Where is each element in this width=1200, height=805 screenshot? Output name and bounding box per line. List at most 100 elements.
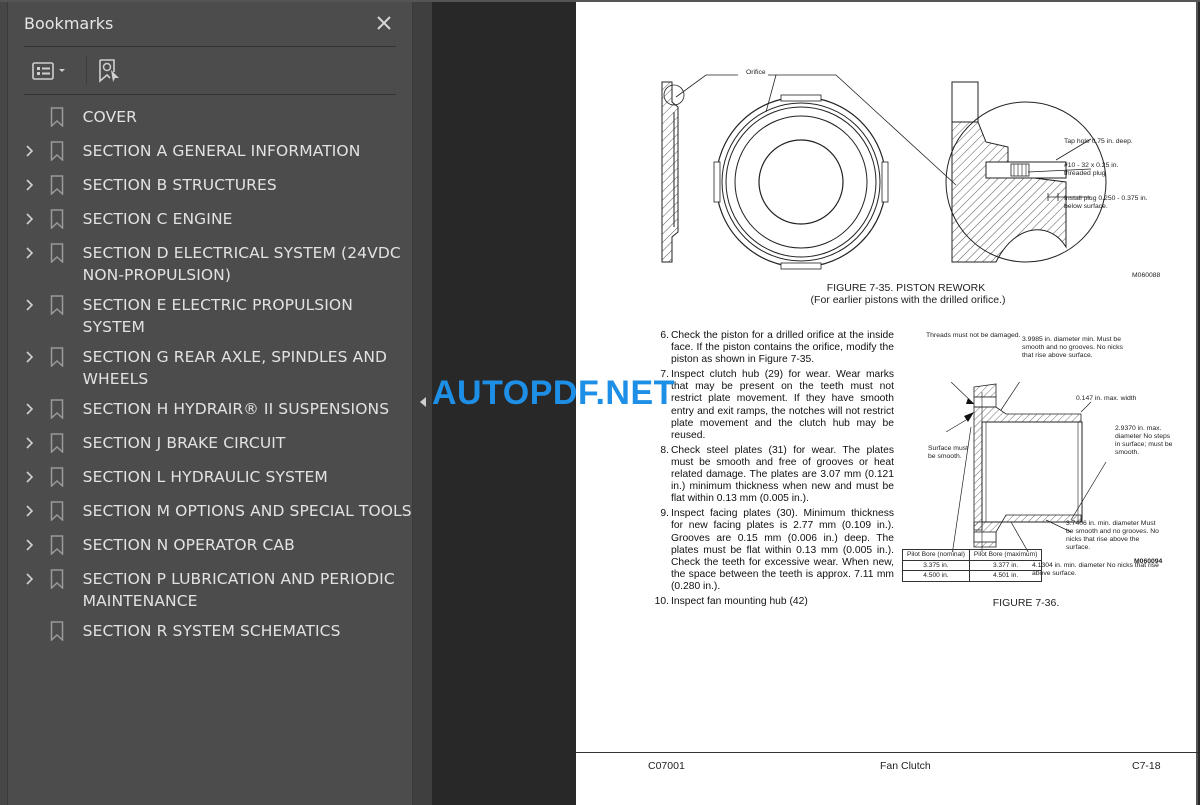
fig36-diameter-29370-note: 2.9370 in. max. diameter No steps in sur…: [1115, 425, 1173, 456]
bookmark-label: SECTION D ELECTRICAL SYSTEM (24VDC NON-P…: [82, 244, 401, 284]
expand-bookmark-button[interactable]: [18, 432, 41, 454]
bookmark-item[interactable]: SECTION D ELECTRICAL SYSTEM (24VDC NON-P…: [8, 238, 412, 290]
bookmark-label: COVER: [82, 108, 138, 126]
toolbar-divider: [86, 56, 87, 84]
table-header: Pilot Bore (maximum): [968, 549, 1043, 561]
step-item: 8. Check steel plates (31) for wear. The …: [654, 445, 894, 505]
find-current-bookmark-button[interactable]: [98, 56, 122, 86]
step-number: 9.: [660, 508, 669, 520]
table-cell: 3.377 in.: [968, 559, 1043, 571]
expand-bookmark-button[interactable]: [18, 398, 41, 420]
options-menu-button[interactable]: [32, 56, 70, 86]
piston-front-view: [713, 94, 889, 270]
table-cell: 4.501 in.: [968, 570, 1043, 582]
bookmark-item[interactable]: SECTION J BRAKE CIRCUIT: [8, 428, 412, 462]
chevron-right-icon: [26, 505, 33, 517]
bookmark-label: SECTION N OPERATOR CAB: [82, 536, 295, 554]
expand-bookmark-button[interactable]: [18, 534, 41, 556]
bookmark-label: SECTION R SYSTEM SCHEMATICS: [82, 622, 341, 640]
figure-36-code: M060094: [1134, 558, 1163, 565]
chevron-right-icon: [26, 573, 33, 585]
bookmark-icon: [47, 208, 66, 230]
bookmark-item[interactable]: SECTION G REAR AXLE, SPINDLES AND WHEELS: [8, 342, 412, 394]
bookmarks-title: Bookmarks: [24, 14, 114, 33]
bookmark-icon: [47, 242, 66, 264]
bookmark-icon: [47, 568, 66, 590]
bookmark-label: SECTION M OPTIONS AND SPECIAL TOOLS: [82, 502, 412, 520]
bookmark-item[interactable]: COVER: [8, 102, 412, 136]
chevron-right-icon: [26, 213, 33, 225]
expand-bookmark-button[interactable]: [18, 466, 41, 488]
chevron-right-icon: [26, 247, 33, 259]
bookmark-icon: [47, 106, 66, 128]
plug-label-2: threaded plug: [1064, 170, 1106, 177]
expand-bookmark-button[interactable]: [18, 242, 41, 264]
bookmark-label: SECTION L HYDRAULIC SYSTEM: [82, 468, 328, 486]
bookmark-icon: [47, 346, 66, 368]
figure-35-code: M060088: [1132, 272, 1161, 279]
bookmarks-toolbar: [24, 52, 396, 90]
bookmark-icon: [47, 398, 66, 420]
expand-bookmark-button[interactable]: [18, 294, 41, 316]
install-label-1: Install plug 0.250 - 0.375 in.: [1064, 195, 1148, 202]
chevron-right-icon: [26, 299, 33, 311]
chevron-right-icon: [26, 145, 33, 157]
step-text: Inspect facing plates (30). Minimum thic…: [671, 508, 894, 592]
bookmark-label: SECTION P LUBRICATION AND PERIODIC MAINT…: [82, 570, 395, 610]
fig36-diameter-37406-note: 3.7406 in. min. diameter Must be smooth …: [1066, 520, 1159, 551]
fig36-width-note: 0.147 in. max. width: [1076, 395, 1137, 402]
bookmark-label: SECTION B STRUCTURES: [82, 176, 277, 194]
toolbar-divider-bottom: [24, 94, 396, 95]
figure-35-caption: FIGURE 7-35. PISTON REWORK: [826, 282, 986, 294]
step-number: 7.: [660, 369, 669, 381]
tap-hole-label: Tap hole 0.75 in. deep.: [1064, 138, 1133, 145]
expand-bookmark-button[interactable]: [18, 346, 41, 368]
find-current-bookmark-icon: [99, 59, 119, 83]
fig36-surface-note: Surface must be smooth.: [928, 445, 969, 460]
step-item: 6. Check the piston for a drilled orifice…: [654, 330, 894, 366]
bookmark-item[interactable]: SECTION P LUBRICATION AND PERIODIC MAINT…: [8, 564, 412, 616]
step-number: 6.: [660, 330, 669, 341]
close-panel-button[interactable]: [372, 12, 396, 36]
footer-doc-number: C07001: [648, 760, 685, 772]
bookmark-icon: [47, 174, 66, 196]
bookmark-item[interactable]: SECTION R SYSTEM SCHEMATICS: [8, 616, 412, 650]
bookmark-icon: [47, 500, 66, 522]
bookmark-label: SECTION G REAR AXLE, SPINDLES AND WHEELS: [82, 348, 388, 388]
plug-label-1: #10 - 32 x 0.25 in.: [1064, 162, 1119, 169]
table-cell: 4.500 in.: [902, 570, 970, 582]
collapse-panel-button[interactable]: [418, 395, 428, 409]
step-text: Check the piston for a drilled orifice a…: [671, 330, 894, 366]
bookmark-item[interactable]: SECTION L HYDRAULIC SYSTEM: [8, 462, 412, 496]
bookmark-icon: [47, 140, 66, 162]
bookmark-icon: [47, 432, 66, 454]
expand-bookmark-button[interactable]: [18, 140, 41, 162]
bookmark-item[interactable]: SECTION N OPERATOR CAB: [8, 530, 412, 564]
expand-bookmark-button[interactable]: [18, 500, 41, 522]
expand-placeholder: [18, 106, 41, 128]
expand-bookmark-button[interactable]: [18, 174, 41, 196]
figure-35-subcaption: (For earlier pistons with the drilled or…: [810, 294, 1006, 306]
bookmark-item[interactable]: SECTION A GENERAL INFORMATION: [8, 136, 412, 170]
bookmark-item[interactable]: SECTION B STRUCTURES: [8, 170, 412, 204]
bookmark-list: COVER SECTION A GENERAL INFORMATION SECTIO…: [8, 102, 412, 650]
bookmark-item[interactable]: SECTION C ENGINE: [8, 204, 412, 238]
list-options-icon: [32, 62, 65, 80]
bookmark-item[interactable]: SECTION E ELECTRIC PROPULSION SYSTEM: [8, 290, 412, 342]
expand-bookmark-button[interactable]: [18, 208, 41, 230]
bookmark-label: SECTION C ENGINE: [82, 210, 233, 228]
pdf-viewer-window: Bookmarks COVER SECTION A GENERAL INFORM…: [0, 0, 1200, 805]
chevron-right-icon: [26, 471, 33, 483]
table-row: 3.375 in. 3.377 in.: [902, 559, 1043, 571]
bookmark-icon: [47, 294, 66, 316]
fig36-diameter-39985-note: 3.9985 in. diameter min. Must be smooth …: [1022, 336, 1123, 359]
chevron-right-icon: [26, 351, 33, 363]
bookmark-item[interactable]: SECTION H HYDRAIR® II SUSPENSIONS: [8, 394, 412, 428]
expand-bookmark-button[interactable]: [18, 568, 41, 590]
caret-left-icon: [420, 397, 426, 407]
chevron-right-icon: [26, 437, 33, 449]
install-label-2: below surface.: [1064, 203, 1108, 210]
bookmark-item[interactable]: SECTION M OPTIONS AND SPECIAL TOOLS: [8, 496, 412, 530]
bookmark-label: SECTION E ELECTRIC PROPULSION SYSTEM: [82, 296, 353, 336]
footer-divider: [576, 752, 1198, 753]
